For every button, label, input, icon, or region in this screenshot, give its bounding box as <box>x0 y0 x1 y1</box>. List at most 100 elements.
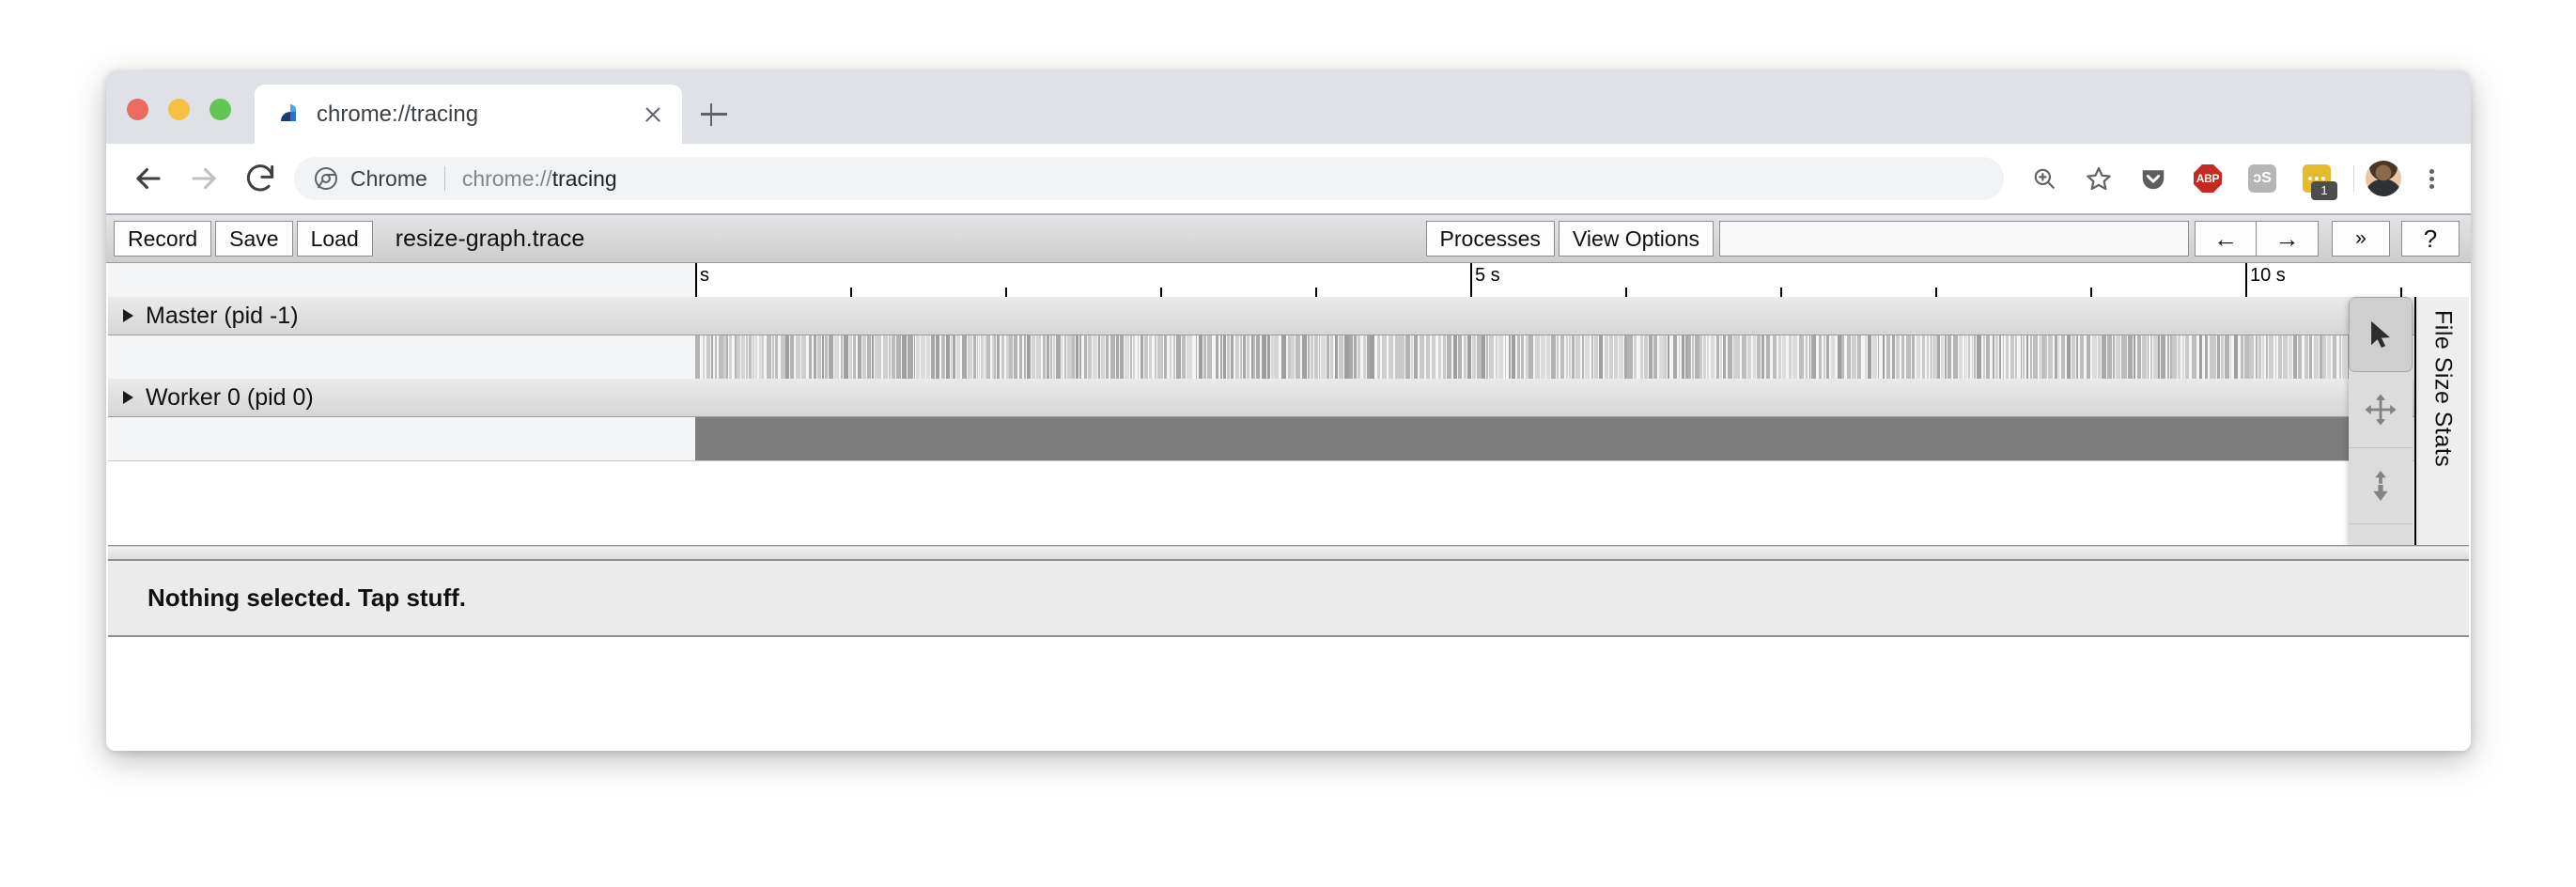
timeline-slice[interactable] <box>2214 335 2216 379</box>
timeline-slice[interactable] <box>915 335 921 379</box>
timeline-slice[interactable] <box>1157 335 1163 379</box>
timeline-slice[interactable] <box>834 335 840 379</box>
pocket-extension-icon[interactable] <box>2132 157 2175 200</box>
timeline-slice[interactable] <box>1623 335 1627 379</box>
timeline-slice[interactable] <box>1877 335 1880 379</box>
timeline-slice[interactable] <box>1765 335 1771 379</box>
timeline-slice[interactable] <box>2298 335 2302 379</box>
timeline-slice[interactable] <box>2217 335 2220 379</box>
timeline-slice[interactable] <box>2149 335 2152 379</box>
worker-slice[interactable] <box>695 417 2353 460</box>
timeline-slice[interactable] <box>1504 335 1507 379</box>
timeline-slice[interactable] <box>1452 335 1458 379</box>
timeline-slice[interactable] <box>1301 335 1307 379</box>
timeline-slice[interactable] <box>882 335 888 379</box>
timeline-slice[interactable] <box>1741 335 1746 379</box>
timeline-slice[interactable] <box>997 335 1001 379</box>
timeline-slice[interactable] <box>1534 335 1540 379</box>
timeline-slice[interactable] <box>1018 335 1023 379</box>
timeline-slice[interactable] <box>2054 335 2057 379</box>
timeline-slice[interactable] <box>1584 335 1590 379</box>
timeline-slice[interactable] <box>976 335 978 379</box>
timeline-slice[interactable] <box>1079 335 1081 379</box>
timeline-slice[interactable] <box>1125 335 1130 379</box>
timeline-slice[interactable] <box>2152 335 2158 379</box>
timeline-slice[interactable] <box>1640 335 1644 379</box>
timeline-slice[interactable] <box>1719 335 1722 379</box>
timeline-slice[interactable] <box>1001 335 1005 379</box>
timeline-slice[interactable] <box>1546 335 1550 379</box>
timeline-slice[interactable] <box>2229 335 2232 379</box>
timeline-slice[interactable] <box>877 335 882 379</box>
timeline-slice[interactable] <box>2106 335 2112 379</box>
timeline-slice[interactable] <box>2266 335 2268 379</box>
timeline-slice[interactable] <box>1026 335 1031 379</box>
timeline-slice[interactable] <box>2025 335 2029 379</box>
timeline-slice[interactable] <box>908 335 913 379</box>
timeline-slice[interactable] <box>1921 335 1926 379</box>
timeline-slice[interactable] <box>1901 335 1904 379</box>
timeline-slice[interactable] <box>1223 335 1227 379</box>
timeline-view[interactable]: s 5 s 10 s Master (pid -1) Worker 0 (pid 0… <box>108 263 2469 546</box>
timeline-slice[interactable] <box>2342 335 2347 379</box>
timeline-slice[interactable] <box>1627 335 1633 379</box>
timeline-slice[interactable] <box>1516 335 1521 379</box>
timeline-slice[interactable] <box>902 335 907 379</box>
timeline-slice[interactable] <box>1864 335 1867 379</box>
timeline-slice[interactable] <box>2148 335 2149 379</box>
timeline-slice[interactable] <box>1678 335 1681 379</box>
timeline-slice[interactable] <box>840 335 843 379</box>
timeline-slice[interactable] <box>1255 335 1260 379</box>
timeline-slice[interactable] <box>1410 335 1414 379</box>
timeline-slice[interactable] <box>753 335 754 379</box>
timeline-slice[interactable] <box>1163 335 1168 379</box>
timeline-slice[interactable] <box>2101 335 2106 379</box>
timeline-slice[interactable] <box>2327 335 2332 379</box>
timeline-slice[interactable] <box>2020 335 2023 379</box>
timeline-slice[interactable] <box>1100 335 1105 379</box>
timeline-slice[interactable] <box>1581 335 1584 379</box>
timeline-slice[interactable] <box>994 335 996 379</box>
timeline-slice[interactable] <box>2319 335 2322 379</box>
timeline-slice[interactable] <box>2332 335 2336 379</box>
timeline-slice[interactable] <box>1826 335 1830 379</box>
timeline-slice[interactable] <box>2292 335 2297 379</box>
timeline-slice[interactable] <box>2244 335 2249 379</box>
kebab-menu-icon[interactable] <box>2414 161 2450 196</box>
timeline-slice[interactable] <box>955 335 961 379</box>
timeline-slice[interactable] <box>1658 335 1664 379</box>
timeline-slice[interactable] <box>1343 335 1349 379</box>
timeline-slice[interactable] <box>1042 335 1047 379</box>
timeline-slice[interactable] <box>1540 335 1546 379</box>
timeline-slice[interactable] <box>1565 335 1569 379</box>
timeline-slice[interactable] <box>1521 335 1525 379</box>
timeline-slice[interactable] <box>872 335 874 379</box>
timeline-slice[interactable] <box>1971 335 1974 379</box>
timeline-slice[interactable] <box>1394 335 1400 379</box>
timeline-slice[interactable] <box>1847 335 1852 379</box>
load-button[interactable]: Load <box>296 221 373 257</box>
timeline-slice[interactable] <box>1056 335 1061 379</box>
pane-drag-handle[interactable] <box>108 546 2469 561</box>
timeline-slice[interactable] <box>1031 335 1036 379</box>
timeline-slice[interactable] <box>1830 335 1836 379</box>
timeline-slice[interactable] <box>2002 335 2004 379</box>
help-button[interactable]: ? <box>2401 221 2460 257</box>
timeline-slice[interactable] <box>1977 335 1982 379</box>
timeline-slice[interactable] <box>979 335 981 379</box>
timeline-slice[interactable] <box>2166 335 2169 379</box>
browser-tab[interactable]: chrome://tracing <box>255 85 682 144</box>
timeline-slice[interactable] <box>1206 335 1213 379</box>
timeline-slice[interactable] <box>2322 335 2326 379</box>
timeline-slice[interactable] <box>857 335 861 379</box>
timeline-slice[interactable] <box>1431 335 1436 379</box>
timeline-slice[interactable] <box>1948 335 1952 379</box>
timeline-slice[interactable] <box>1053 335 1056 379</box>
timeline-slice[interactable] <box>1149 335 1152 379</box>
timeline-slice[interactable] <box>1376 335 1380 379</box>
chevron-right-icon[interactable] <box>123 309 133 322</box>
timeline-slice[interactable] <box>2116 335 2120 379</box>
timeline-slice[interactable] <box>1811 335 1817 379</box>
timeline-slice[interactable] <box>1707 335 1710 379</box>
timeline-slice[interactable] <box>1267 335 1271 379</box>
